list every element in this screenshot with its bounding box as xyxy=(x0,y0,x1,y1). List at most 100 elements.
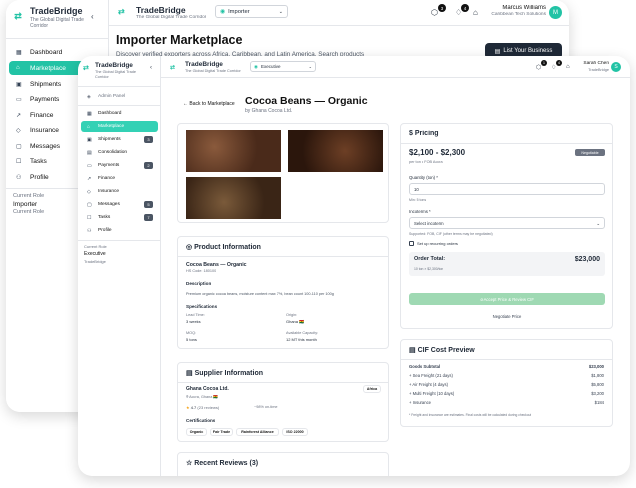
chevron-down-icon: ⌄ xyxy=(308,64,312,69)
origin-label: Origin: xyxy=(286,313,298,317)
trend-icon: ↗ xyxy=(16,112,22,119)
quantity-input[interactable]: 10 xyxy=(409,183,605,195)
cif-row: Goods Subtotal $23,000 xyxy=(409,364,604,369)
brand-name: TradeBridge xyxy=(95,62,133,69)
store-icon: ⌂ xyxy=(16,65,20,71)
notification-icon[interactable]: ⬡ xyxy=(536,64,541,71)
description-text: Premium organic cocoa beans, moisture co… xyxy=(186,292,334,296)
header-tagline: The Global Digital Trade Corridor xyxy=(136,15,207,20)
specs-heading: Specifications xyxy=(186,304,218,309)
lead-time-label: Lead Time: xyxy=(186,313,205,317)
moq-label: MOQ: xyxy=(186,331,197,335)
price-range: $2,100 - $2,300 xyxy=(409,148,466,157)
tasks-count: 7 xyxy=(144,214,153,221)
nav-tasks[interactable]: ☐ Tasks 7 xyxy=(81,212,158,223)
negotiable-badge: Negotiable xyxy=(575,149,605,156)
user-icon: ⚇ xyxy=(16,174,22,181)
current-role-label: Current Role xyxy=(13,193,45,199)
nav-admin-panel[interactable]: ◈ Admin Panel xyxy=(81,91,158,102)
description-heading: Description xyxy=(186,281,212,286)
accept-price-button[interactable]: ⊘ Accept Price & Review CIF xyxy=(409,293,605,305)
avatar[interactable]: S xyxy=(611,62,621,72)
foreground-window: ⇄ TradeBridge The Global Digital Trade C… xyxy=(78,56,630,476)
role-select[interactable]: ◉ Executive ⌄ xyxy=(250,61,316,72)
incoterms-select[interactable]: Select incoterm ⌄ xyxy=(409,217,605,229)
header-tagline: The Global Digital Trade Corridor xyxy=(185,69,241,73)
notification-count: 1 xyxy=(541,60,547,66)
ontime-rate: ~98% on-time xyxy=(254,405,278,409)
capacity-label: Available Capacity: xyxy=(286,331,319,335)
back-link[interactable]: ← Back to Marketplace xyxy=(183,101,235,107)
avatar[interactable]: M xyxy=(549,6,562,19)
certifications-heading: Certifications xyxy=(186,418,216,423)
notification-count: 3 xyxy=(438,4,446,12)
role-select[interactable]: ◉ Importer ⌄ xyxy=(215,5,288,18)
nav-consolidation[interactable]: ▤ Consolidation xyxy=(81,147,158,158)
product-info-card: ◎ Product Information Cocoa Beans — Orga… xyxy=(177,236,389,349)
incoterms-label: Incoterms * xyxy=(409,209,431,214)
user-icon: ⚇ xyxy=(87,227,92,234)
region-badge: Africa xyxy=(363,385,381,393)
notification-icon[interactable]: ⬡ xyxy=(431,8,438,17)
capacity-value: 12 MT this month xyxy=(286,337,317,342)
origin-value: Ghana 🇬🇭 xyxy=(286,319,305,324)
logo-icon: ⇄ xyxy=(83,65,89,72)
nav-finance[interactable]: ↗ Finance xyxy=(81,173,158,184)
supplier-rating: ★ 4.7 (23 reviews) xyxy=(186,405,220,410)
nav-shipments[interactable]: ▣ Shipments 3 xyxy=(81,134,158,145)
recurring-checkbox[interactable] xyxy=(409,241,414,246)
product-gallery xyxy=(177,123,389,223)
user-name: Sarah Chen xyxy=(583,61,609,66)
user-name: Marcus Williams xyxy=(502,5,546,11)
incoterms-hint: Supported: FOB, CIF (other terms may be … xyxy=(409,232,493,236)
cif-note: * Freight and insurance are estimates. F… xyxy=(409,413,532,417)
product-image-2[interactable] xyxy=(288,130,383,172)
current-role-value: Executive xyxy=(84,251,106,257)
product-supplier-line: by Ghana Cocoa Ltd. xyxy=(245,108,293,114)
tasks-icon[interactable]: ⌂ xyxy=(566,64,570,70)
shipments-count: 3 xyxy=(144,136,153,143)
supplier-name[interactable]: Ghana Cocoa Ltd. xyxy=(186,386,229,392)
nav-profile[interactable]: ⚇ Profile xyxy=(81,225,158,236)
product-title: Cocoa Beans — Organic xyxy=(245,95,368,107)
nav-marketplace[interactable]: ⌂ Marketplace xyxy=(81,121,158,132)
quantity-label: Quantity (ton) * xyxy=(409,175,438,180)
quantity-hint: Min: 5 tons xyxy=(409,198,427,202)
cube-icon: ◎ xyxy=(186,244,195,251)
shield-icon: ◇ xyxy=(16,127,21,134)
user-company: Caribbean Tech Solutions xyxy=(491,12,546,17)
globe-icon: ◉ xyxy=(220,8,226,15)
nav-dashboard[interactable]: ▦ Dashboard xyxy=(81,108,158,119)
building-icon: ▤ xyxy=(494,48,501,55)
pricing-heading: $ Pricing xyxy=(409,130,439,137)
order-total-box: Order Total: $23,000 10 ton × $2,300/ton xyxy=(409,252,605,276)
shield-icon: ◇ xyxy=(87,188,91,195)
supplier-location: ⌾ Accra, Ghana 🇬🇭 xyxy=(186,395,219,399)
price-unit: per ton • FOB Accra xyxy=(409,160,443,164)
reviews-card: ☆ Recent Reviews (3) xyxy=(177,452,389,476)
nav-payments[interactable]: ▭ Payments 2 xyxy=(81,160,158,171)
building-icon: ▤ xyxy=(186,370,195,377)
nav-insurance[interactable]: ◇ Insurance xyxy=(81,186,158,197)
collapse-chevron-icon[interactable]: ‹ xyxy=(91,12,94,21)
messages-count: 5 xyxy=(144,201,153,208)
cert-badge: Fair Trade xyxy=(210,428,233,436)
nav-messages[interactable]: ▢ Messages 5 xyxy=(81,199,158,210)
card-icon: ▭ xyxy=(87,162,92,169)
product-image-1[interactable] xyxy=(186,130,281,172)
checklist-icon: ☐ xyxy=(87,214,92,221)
cif-card: ▤ CIF Cost Preview Goods Subtotal $23,000… xyxy=(400,339,613,427)
card-icon: ▭ xyxy=(16,96,22,103)
reviews-heading: ☆ Recent Reviews (3) xyxy=(186,460,259,467)
brand-tagline: The Global Digital Trade Corridor xyxy=(30,17,84,29)
negotiate-button[interactable]: Negotiate Price xyxy=(409,310,605,322)
grid-icon: ▦ xyxy=(16,49,22,56)
product-image-3[interactable] xyxy=(186,177,281,219)
collapse-chevron-icon[interactable]: ‹ xyxy=(150,65,152,71)
store-icon: ⌂ xyxy=(87,123,91,130)
bell-icon[interactable]: ♢ xyxy=(551,64,556,71)
layers-icon: ▤ xyxy=(87,149,92,156)
payments-count: 2 xyxy=(144,162,153,169)
globe-icon: ◉ xyxy=(254,63,258,69)
logo-icon: ⇄ xyxy=(118,7,125,16)
